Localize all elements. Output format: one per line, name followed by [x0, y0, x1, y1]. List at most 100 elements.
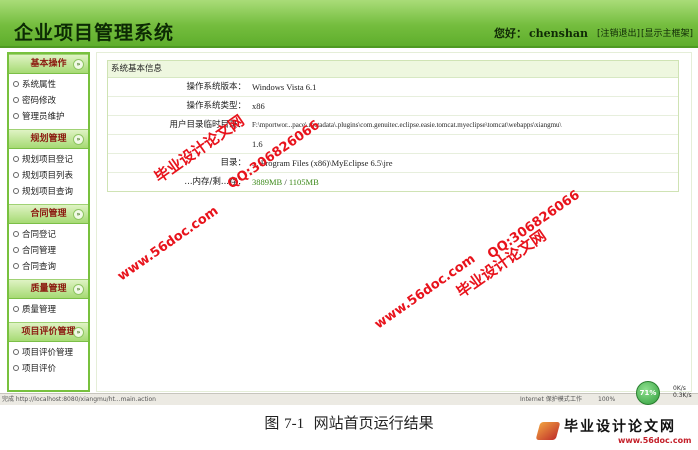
menu-item-plan-query[interactable]: 规划项目查询	[9, 184, 88, 200]
menu-item-label: 项目评价	[22, 364, 57, 374]
info-value: Windows Vista 6.1	[252, 82, 317, 92]
bullet-icon	[13, 112, 19, 119]
menu-item-label: 管理员维护	[22, 112, 65, 122]
caption-label: 图	[264, 414, 280, 432]
memory-used: 3889MB	[252, 177, 283, 187]
bullet-icon	[13, 305, 19, 312]
logout-link[interactable]: [注销退出]	[597, 29, 640, 39]
info-label: 操作系统版本：	[186, 82, 246, 92]
menu-head-evaluation[interactable]: 项目评价管理 »	[9, 322, 88, 342]
menu-head-contract[interactable]: 合同管理 »	[9, 204, 88, 224]
menu-title: 基本操作	[30, 59, 67, 69]
info-label: ...内存/剩...存：	[184, 177, 246, 187]
speed-monitor-ball[interactable]: 71%	[636, 381, 660, 405]
info-row-os-type: 操作系统类型： x86	[108, 97, 678, 116]
status-text: 完成 http://localhost:8080/xiangmu/ht...ma…	[2, 396, 156, 403]
menu-item-label: 合同查询	[22, 262, 57, 272]
info-row-java-version: 1.6	[108, 135, 678, 154]
bullet-icon	[13, 230, 19, 237]
bullet-icon	[13, 155, 19, 162]
chevron-icon[interactable]: »	[73, 327, 84, 338]
panel-title: 系统基本信息	[108, 61, 678, 78]
menu-title: 质量管理	[30, 284, 67, 294]
info-value: 1.6	[252, 139, 263, 149]
show-main-frame-link[interactable]: [显示主框架]	[641, 29, 693, 39]
sidebar: 基本操作 » 系统属性 密码修改 管理员维护 规划管理 » 规划项目登记 规划项…	[7, 52, 90, 392]
menu-item-label: 项目评价管理	[22, 348, 74, 358]
menu-head-quality[interactable]: 质量管理 »	[9, 279, 88, 299]
menu-item-contract-register[interactable]: 合同登记	[9, 227, 88, 243]
info-value: F:\mportwor...pace\.metadata\.plugins\co…	[252, 121, 562, 129]
speed-down: 0.3K/s	[673, 392, 692, 399]
info-value: ...\Program Files (x86)\MyEclipse 6.5\jr…	[252, 158, 393, 168]
chevron-icon[interactable]: »	[73, 59, 84, 70]
bullet-icon	[13, 348, 19, 355]
caption-number: 7-1	[284, 416, 305, 432]
menu-item-change-password[interactable]: 密码修改	[9, 93, 88, 109]
menu-item-label: 质量管理	[22, 305, 57, 315]
chevron-icon[interactable]: »	[73, 284, 84, 295]
zoom-level[interactable]: 100%	[598, 394, 615, 405]
info-row-user-dir: 用户目录临时目录： F:\mportwor...pace\.metadata\.p…	[108, 116, 678, 135]
info-value: 3889MB / 1105MB	[246, 173, 319, 191]
menu-item-quality-manage[interactable]: 质量管理	[9, 302, 88, 318]
menu-item-admin-maintenance[interactable]: 管理员维护	[9, 109, 88, 125]
bullet-icon	[13, 262, 19, 269]
browser-app: 企业项目管理系统 您好： chenshan [注销退出][显示主框架] 基本操作 …	[0, 0, 698, 405]
menu-item-label: 合同管理	[22, 246, 57, 256]
menu-item-label: 密码修改	[22, 96, 57, 106]
info-row-java-home: 目录： ...\Program Files (x86)\MyEclipse 6.5…	[108, 154, 678, 173]
bullet-icon	[13, 96, 19, 103]
bullet-icon	[13, 80, 19, 87]
menu-item-contract-manage[interactable]: 合同管理	[9, 243, 88, 259]
logo-icon	[535, 422, 561, 440]
header-bar: 企业项目管理系统 您好： chenshan [注销退出][显示主框架]	[0, 0, 698, 48]
info-value: x86	[252, 101, 265, 111]
menu-item-plan-register[interactable]: 规划项目登记	[9, 152, 88, 168]
menu-item-label: 规划项目查询	[22, 187, 74, 197]
logo-title: 毕业设计论文网	[564, 419, 676, 435]
greeting: 您好： chenshan	[494, 25, 588, 41]
app-title: 企业项目管理系统	[14, 22, 175, 44]
memory-separator: /	[282, 177, 289, 187]
system-info-panel: 系统基本信息 操作系统版本： Windows Vista 6.1 操作系统类型： x…	[107, 60, 679, 192]
menu-item-label: 合同登记	[22, 230, 57, 240]
info-row-memory: ...内存/剩...存： 3889MB / 1105MB	[108, 173, 678, 191]
menu-title: 合同管理	[30, 209, 67, 219]
menu-item-label: 规划项目登记	[22, 155, 74, 165]
bullet-icon	[13, 246, 19, 253]
main-content: 系统基本信息 操作系统版本： Windows Vista 6.1 操作系统类型： x…	[96, 52, 692, 392]
menu-item-system-properties[interactable]: 系统属性	[9, 77, 88, 93]
chevron-icon[interactable]: »	[73, 209, 84, 220]
menu-item-contract-query[interactable]: 合同查询	[9, 259, 88, 275]
menu-title: 规划管理	[30, 134, 67, 144]
menu-head-planning[interactable]: 规划管理 »	[9, 129, 88, 149]
info-row-os-version: 操作系统版本： Windows Vista 6.1	[108, 78, 678, 97]
menu-head-basic[interactable]: 基本操作 »	[9, 54, 88, 74]
menu-item-plan-list[interactable]: 规划项目列表	[9, 168, 88, 184]
menu-item-evaluation[interactable]: 项目评价	[9, 361, 88, 377]
bullet-icon	[13, 364, 19, 371]
chevron-icon[interactable]: »	[73, 134, 84, 145]
net-speed: 0K/s 0.3K/s	[673, 385, 692, 399]
info-label: 用户目录临时目录：	[169, 120, 246, 130]
status-bar: 完成 http://localhost:8080/xiangmu/ht...ma…	[0, 393, 698, 405]
greeting-label: 您好：	[493, 27, 527, 40]
info-label: 操作系统类型：	[186, 101, 246, 111]
info-label: 目录：	[220, 158, 246, 168]
logo-url: www.56doc.com	[618, 436, 692, 445]
corner-logo: 毕业设计论文网 www.56doc.com	[535, 414, 698, 448]
menu-item-label: 规划项目列表	[22, 171, 74, 181]
caption-text: 网站首页运行结果	[313, 414, 434, 432]
username: chenshan	[528, 27, 588, 40]
status-zone: Internet 保护模式	[520, 396, 570, 403]
menu-title: 项目评价管理	[21, 327, 76, 337]
header-links: [注销退出][显示主框架]	[596, 26, 693, 39]
menu-item-label: 系统属性	[22, 80, 57, 90]
speed-up: 0K/s	[673, 385, 686, 392]
status-work: 工作	[570, 396, 583, 403]
bullet-icon	[13, 171, 19, 178]
memory-free: 1105MB	[288, 177, 319, 187]
bullet-icon	[13, 187, 19, 194]
menu-item-evaluation-manage[interactable]: 项目评价管理	[9, 345, 88, 361]
